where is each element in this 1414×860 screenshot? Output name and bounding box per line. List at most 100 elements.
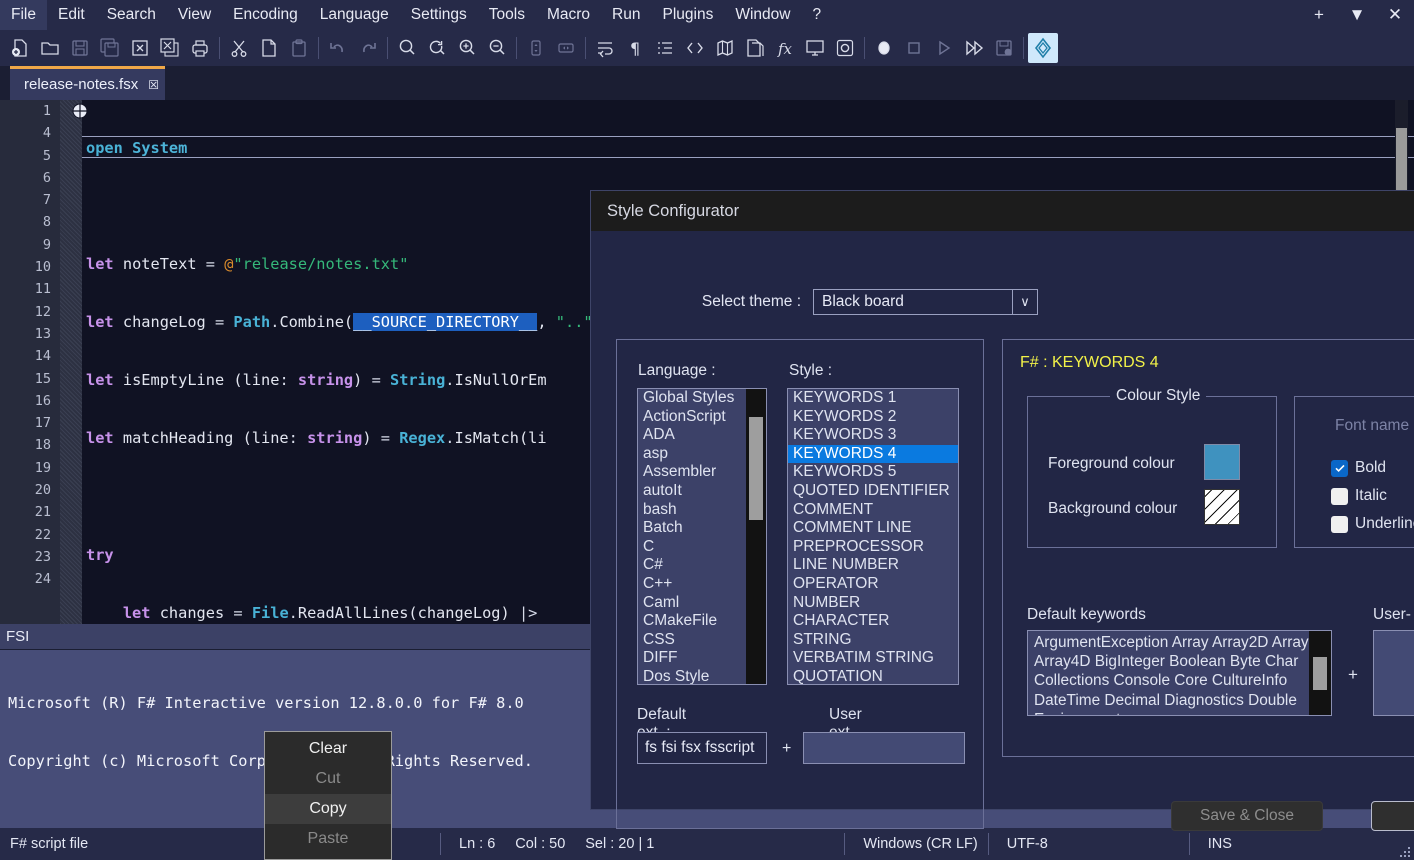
close-window-button[interactable]: ✕	[1376, 0, 1414, 30]
style-configurator-dialog[interactable]: Style Configurator Select theme : Black …	[590, 190, 1414, 831]
background-colour-label: Background colour	[1048, 500, 1178, 517]
underline-checkbox-row[interactable]: Underline	[1331, 515, 1414, 533]
paste-icon[interactable]	[284, 33, 314, 63]
background-colour-swatch[interactable]	[1204, 489, 1240, 525]
menu-item-view[interactable]: View	[167, 0, 222, 30]
checkbox-checked-icon[interactable]	[1331, 459, 1348, 477]
style-item[interactable]: KEYWORDS 5	[788, 463, 958, 482]
line-number: 21	[34, 504, 51, 521]
replace-icon[interactable]	[422, 33, 452, 63]
default-keywords-box[interactable]: ArgumentException Array Array2D Array3D …	[1027, 630, 1332, 716]
find-icon[interactable]	[392, 33, 422, 63]
user-keywords-input[interactable]	[1373, 630, 1414, 716]
style-listbox[interactable]: KEYWORDS 1 KEYWORDS 2 KEYWORDS 3 KEYWORD…	[787, 388, 959, 685]
menu-item-file[interactable]: File	[0, 0, 47, 30]
show-all-chars-icon[interactable]: ¶	[620, 33, 650, 63]
menu-item-search[interactable]: Search	[96, 0, 167, 30]
style-item-selected[interactable]: KEYWORDS 4	[788, 444, 958, 464]
context-menu-item-copy[interactable]: Copy	[265, 794, 391, 824]
sync-vertical-icon[interactable]	[521, 33, 551, 63]
style-item[interactable]: KEYWORDS 1	[788, 389, 958, 408]
style-item[interactable]: NUMBER	[788, 594, 958, 613]
style-item[interactable]: COMMENT	[788, 501, 958, 520]
plus-icon: +	[782, 740, 792, 757]
style-item[interactable]: OPERATOR	[788, 575, 958, 594]
chevron-down-icon[interactable]: ∨	[1012, 290, 1037, 314]
save-icon[interactable]	[65, 33, 95, 63]
style-item[interactable]: QUOTED IDENTIFIER	[788, 482, 958, 501]
document-map-icon[interactable]	[710, 33, 740, 63]
print-icon[interactable]	[185, 33, 215, 63]
copy-icon[interactable]	[254, 33, 284, 63]
menu-item-macro[interactable]: Macro	[536, 0, 601, 30]
italic-checkbox-row[interactable]: Italic	[1331, 487, 1387, 505]
style-item[interactable]: COMMENT LINE	[788, 519, 958, 538]
indent-guide-icon[interactable]	[650, 33, 680, 63]
function-list-2-icon[interactable]: fx	[770, 33, 800, 63]
new-file-icon[interactable]	[5, 33, 35, 63]
word-wrap-icon[interactable]	[590, 33, 620, 63]
show-tags-icon[interactable]	[680, 33, 710, 63]
keywords-scrollbar[interactable]	[1309, 631, 1331, 715]
style-item[interactable]: CHARACTER	[788, 612, 958, 631]
user-ext-input[interactable]	[803, 732, 965, 764]
close-all-icon[interactable]	[155, 33, 185, 63]
function-list-icon[interactable]	[740, 33, 770, 63]
theme-dropdown[interactable]: Black board ∨	[813, 289, 1038, 315]
menu-item-help[interactable]: ?	[801, 0, 832, 30]
menu-item-window[interactable]: Window	[724, 0, 801, 30]
scrollbar-thumb[interactable]	[749, 417, 763, 520]
style-item[interactable]: STRING	[788, 631, 958, 650]
toolbar-separator	[585, 37, 586, 59]
zoom-in-icon[interactable]	[452, 33, 482, 63]
fold-margin[interactable]	[60, 100, 82, 624]
fsi-context-menu[interactable]: Clear Cut Copy Paste	[264, 731, 392, 860]
open-file-icon[interactable]	[35, 33, 65, 63]
scrollbar-thumb[interactable]	[1313, 657, 1327, 690]
menu-item-run[interactable]: Run	[601, 0, 651, 30]
tab-close-icon[interactable]: ☒	[148, 78, 159, 92]
save-macro-icon[interactable]	[989, 33, 1019, 63]
checkbox-unchecked-icon[interactable]	[1331, 487, 1348, 505]
language-list-scrollbar[interactable]	[746, 389, 766, 684]
style-item[interactable]: KEYWORDS 2	[788, 408, 958, 427]
context-menu-item-cut: Cut	[315, 770, 341, 787]
style-item[interactable]: VERBATIM STRING	[788, 649, 958, 668]
tab-list-button[interactable]: ▼	[1338, 0, 1376, 30]
style-item[interactable]: LINE NUMBER	[788, 556, 958, 575]
resize-grip[interactable]	[1399, 846, 1411, 858]
run-macro-multiple-icon[interactable]	[959, 33, 989, 63]
style-item[interactable]: PREPROCESSOR	[788, 538, 958, 557]
context-menu-item-clear[interactable]: Clear	[265, 734, 391, 764]
stop-macro-icon[interactable]	[899, 33, 929, 63]
close-file-icon[interactable]	[125, 33, 155, 63]
cancel-button[interactable]: Canc	[1371, 801, 1414, 831]
record-macro-icon[interactable]	[869, 33, 899, 63]
document-switcher-icon[interactable]	[800, 33, 830, 63]
bold-label: Bold	[1355, 459, 1387, 476]
menu-item-encoding[interactable]: Encoding	[222, 0, 309, 30]
monitoring-icon[interactable]	[830, 33, 860, 63]
cut-icon[interactable]	[224, 33, 254, 63]
checkbox-unchecked-icon[interactable]	[1331, 515, 1348, 533]
undo-icon[interactable]	[323, 33, 353, 63]
menu-item-edit[interactable]: Edit	[47, 0, 96, 30]
play-macro-icon[interactable]	[929, 33, 959, 63]
foreground-colour-swatch[interactable]	[1204, 444, 1240, 480]
line-number: 24	[34, 571, 51, 588]
zoom-out-icon[interactable]	[482, 33, 512, 63]
tab-release-notes-fsx[interactable]: release-notes.fsx ☒	[10, 66, 165, 100]
sync-horizontal-icon[interactable]	[551, 33, 581, 63]
menu-item-settings[interactable]: Settings	[400, 0, 478, 30]
add-tab-button[interactable]: +	[1300, 0, 1338, 30]
style-item[interactable]: KEYWORDS 3	[788, 426, 958, 445]
menu-item-tools[interactable]: Tools	[478, 0, 536, 30]
fsi-run-icon[interactable]	[1028, 33, 1058, 63]
menu-item-plugins[interactable]: Plugins	[651, 0, 724, 30]
style-item[interactable]: QUOTATION	[788, 668, 958, 684]
save-all-icon[interactable]	[95, 33, 125, 63]
bold-checkbox-row[interactable]: Bold	[1331, 459, 1386, 477]
language-listbox[interactable]: Global Styles ActionScript ADA asp Assem…	[637, 388, 767, 685]
menu-item-language[interactable]: Language	[309, 0, 400, 30]
redo-icon[interactable]	[353, 33, 383, 63]
